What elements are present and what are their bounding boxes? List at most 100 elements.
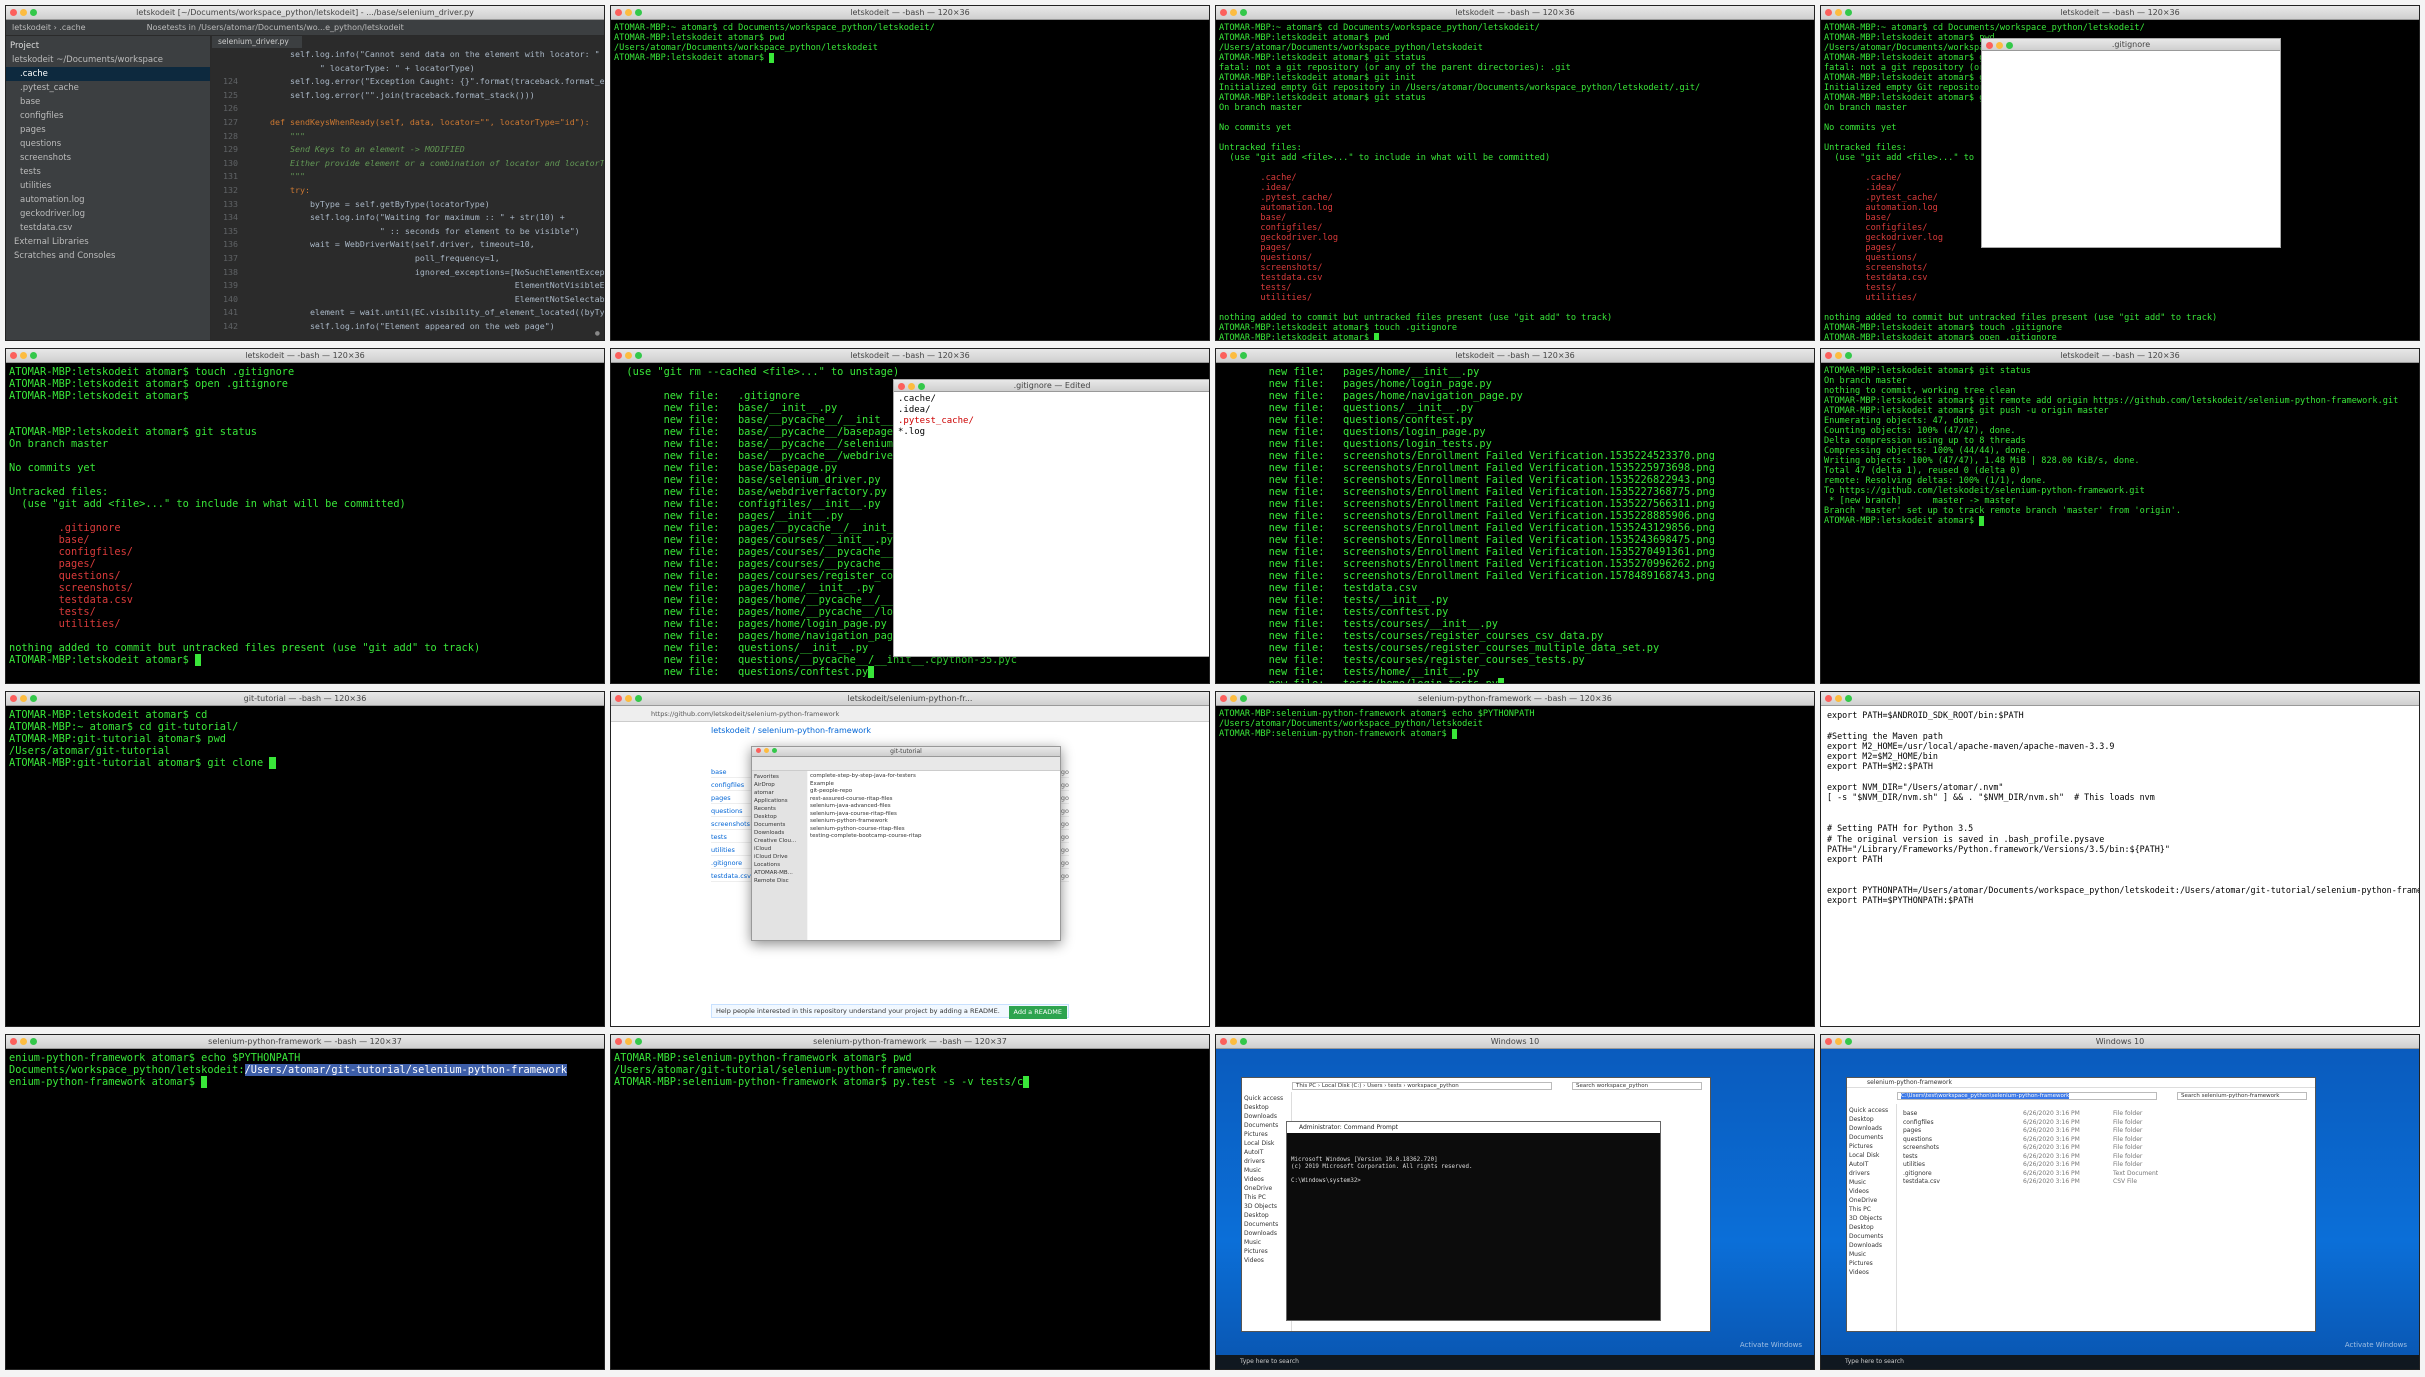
- gitignore-content[interactable]: .cache/.idea/.pytest_cache/*.log: [894, 392, 1209, 440]
- terminal-output[interactable]: ATOMAR-MBP:letskodeit atomar$ touch .git…: [6, 363, 604, 683]
- taskbar[interactable]: Type here to search: [1821, 1355, 2419, 1369]
- nav-item[interactable]: 3D Objects: [1244, 1202, 1289, 1211]
- selected-path[interactable]: /Users/atomar/git-tutorial/selenium-pyth…: [244, 1064, 567, 1076]
- file-explorer[interactable]: selenium-python-framework C:\Users\test\…: [1846, 1077, 2316, 1332]
- tree-item[interactable]: automation.log: [6, 193, 210, 207]
- nav-item[interactable]: AutoIT: [1849, 1160, 1894, 1169]
- finder-sidebar-item[interactable]: AirDrop: [754, 781, 805, 789]
- finder-sidebar[interactable]: Favorites AirDrop atomar Applications Recent…: [752, 771, 807, 940]
- nav-item[interactable]: Videos: [1244, 1256, 1289, 1265]
- tree-item[interactable]: .cache: [6, 67, 210, 81]
- gitignore-editor-window[interactable]: .gitignore: [1981, 38, 2281, 248]
- project-label[interactable]: Project: [6, 39, 210, 53]
- nav-item[interactable]: Documents: [1244, 1220, 1289, 1229]
- finder-folder[interactable]: rest-assured-course-ritap-files: [810, 796, 1058, 804]
- file-name[interactable]: base: [1903, 1110, 2023, 1119]
- nav-item[interactable]: Desktop: [1244, 1103, 1289, 1112]
- file-name[interactable]: .gitignore: [1903, 1170, 2023, 1179]
- nav-item[interactable]: Videos: [1849, 1268, 1894, 1277]
- file-name[interactable]: tests: [1903, 1153, 2023, 1162]
- run-config[interactable]: Nosetests in /Users/atomar/Documents/wo.…: [147, 23, 404, 32]
- finder-sidebar-item[interactable]: Recents: [754, 805, 805, 813]
- finder-window[interactable]: git-tutorial Favorites AirDrop atomar Appli…: [751, 746, 1061, 941]
- url-bar[interactable]: https://github.com/letskodeit/selenium-p…: [611, 706, 1209, 722]
- nav-item[interactable]: Downloads: [1244, 1112, 1289, 1121]
- explorer-row[interactable]: tests 6/26/2020 3:16 PM File folder: [1903, 1153, 2311, 1162]
- finder-folder[interactable]: testing-complete-bootcamp-course-ritap: [810, 833, 1058, 841]
- address-bar[interactable]: This PC › Local Disk (C:) › Users › test…: [1292, 1082, 1552, 1090]
- tree-item[interactable]: screenshots: [6, 151, 210, 165]
- nav-item[interactable]: Music: [1244, 1238, 1289, 1247]
- finder-sidebar-item[interactable]: iCloud: [754, 845, 805, 853]
- tree-item[interactable]: tests: [6, 165, 210, 179]
- nav-item[interactable]: Downloads: [1244, 1229, 1289, 1238]
- explorer-row[interactable]: .gitignore 6/26/2020 3:16 PM Text Document: [1903, 1170, 2311, 1179]
- nav-item[interactable]: Documents: [1244, 1121, 1289, 1130]
- nav-item[interactable]: 3D Objects: [1849, 1214, 1894, 1223]
- add-readme-button[interactable]: Add a README: [1008, 1006, 1067, 1019]
- finder-sidebar-item[interactable]: atomar: [754, 789, 805, 797]
- nav-item[interactable]: Pictures: [1244, 1247, 1289, 1256]
- finder-sidebar-item[interactable]: Creative Clou...: [754, 837, 805, 845]
- nav-item[interactable]: Desktop: [1849, 1115, 1894, 1124]
- project-root[interactable]: letskodeit ~/Documents/workspace: [6, 53, 210, 67]
- text-editor[interactable]: export PATH=$ANDROID_SDK_ROOT/bin:$PATH …: [1821, 706, 2419, 1026]
- terminal-output[interactable]: ATOMAR-MBP:~ atomar$ cd Documents/worksp…: [611, 20, 1209, 340]
- finder-folder[interactable]: selenium-java-advanced-files: [810, 803, 1058, 811]
- nav-item[interactable]: Documents: [1849, 1232, 1894, 1241]
- tree-item[interactable]: questions: [6, 137, 210, 151]
- finder-sidebar-item[interactable]: Desktop: [754, 813, 805, 821]
- nav-pane[interactable]: Quick access Desktop Downloads Documents Pic…: [1847, 1104, 1897, 1331]
- explorer-row[interactable]: utilities 6/26/2020 3:16 PM File folder: [1903, 1161, 2311, 1170]
- file-name[interactable]: questions: [1903, 1136, 2023, 1145]
- file-name[interactable]: screenshots: [1903, 1144, 2023, 1153]
- finder-sidebar-item[interactable]: ATOMAR-MB...: [754, 869, 805, 877]
- tree-item[interactable]: External Libraries: [6, 235, 210, 249]
- nav-item[interactable]: Pictures: [1849, 1142, 1894, 1151]
- nav-item[interactable]: Videos: [1244, 1175, 1289, 1184]
- terminal-output[interactable]: ATOMAR-MBP:~ atomar$ cd Documents/worksp…: [1216, 20, 1814, 340]
- nav-item[interactable]: Local Disk: [1244, 1139, 1289, 1148]
- taskbar-search[interactable]: Type here to search: [1845, 1358, 1904, 1365]
- project-tree[interactable]: Project letskodeit ~/Documents/workspace…: [6, 36, 211, 340]
- finder-list[interactable]: complete-step-by-step-java-for-testers Ex…: [808, 771, 1060, 940]
- nav-item[interactable]: OneDrive: [1849, 1196, 1894, 1205]
- finder-sidebar-item[interactable]: iCloud Drive: [754, 853, 805, 861]
- terminal-output[interactable]: new file: pages/home/__init__.py new fil…: [1216, 363, 1814, 683]
- ide-breadcrumb[interactable]: letskodeit › .cache: [12, 23, 86, 32]
- terminal-output[interactable]: ATOMAR-MBP:selenium-python-framework ato…: [1216, 706, 1814, 1026]
- nav-item[interactable]: Music: [1244, 1166, 1289, 1175]
- tree-item[interactable]: configfiles: [6, 109, 210, 123]
- nav-item[interactable]: Music: [1849, 1178, 1894, 1187]
- tree-item[interactable]: Scratches and Consoles: [6, 249, 210, 263]
- nav-item[interactable]: Downloads: [1849, 1124, 1894, 1133]
- finder-folder[interactable]: Example: [810, 781, 1058, 789]
- nav-item[interactable]: Videos: [1849, 1187, 1894, 1196]
- explorer-row[interactable]: base 6/26/2020 3:16 PM File folder: [1903, 1110, 2311, 1119]
- taskbar[interactable]: Type here to search: [1216, 1355, 1814, 1369]
- nav-item[interactable]: Quick access: [1244, 1094, 1289, 1103]
- finder-sidebar-item[interactable]: Applications: [754, 797, 805, 805]
- finder-sidebar-item[interactable]: Remote Disc: [754, 877, 805, 885]
- explorer-row[interactable]: pages 6/26/2020 3:16 PM File folder: [1903, 1127, 2311, 1136]
- search-box[interactable]: Search selenium-python-framework: [2177, 1092, 2307, 1100]
- nav-item[interactable]: Documents: [1849, 1133, 1894, 1142]
- tree-item[interactable]: .pytest_cache: [6, 81, 210, 95]
- finder-folder[interactable]: complete-step-by-step-java-for-testers: [810, 773, 1058, 781]
- gitignore-editor-window[interactable]: .gitignore — Edited .cache/.idea/.pytest…: [893, 379, 1209, 657]
- file-name[interactable]: testdata.csv: [1903, 1178, 2023, 1187]
- finder-folder[interactable]: selenium-python-course-ritap-files: [810, 826, 1058, 834]
- nav-item[interactable]: OneDrive: [1244, 1184, 1289, 1193]
- nav-item[interactable]: Downloads: [1849, 1241, 1894, 1250]
- nav-item[interactable]: AutoIT: [1244, 1148, 1289, 1157]
- file-name[interactable]: utilities: [1903, 1161, 2023, 1170]
- code-editor[interactable]: selenium_driver.py self.log.info("Cannot…: [212, 36, 604, 340]
- nav-item[interactable]: Desktop: [1244, 1211, 1289, 1220]
- file-name[interactable]: configfiles: [1903, 1119, 2023, 1128]
- finder-folder[interactable]: selenium-java-course-ritap-files: [810, 811, 1058, 819]
- nav-item[interactable]: Pictures: [1244, 1130, 1289, 1139]
- explorer-row[interactable]: testdata.csv 6/26/2020 3:16 PM CSV File: [1903, 1178, 2311, 1187]
- nav-pane[interactable]: Quick access Desktop Downloads Documents Pic…: [1242, 1092, 1292, 1331]
- finder-sidebar-item[interactable]: Locations: [754, 861, 805, 869]
- tree-item[interactable]: geckodriver.log: [6, 207, 210, 221]
